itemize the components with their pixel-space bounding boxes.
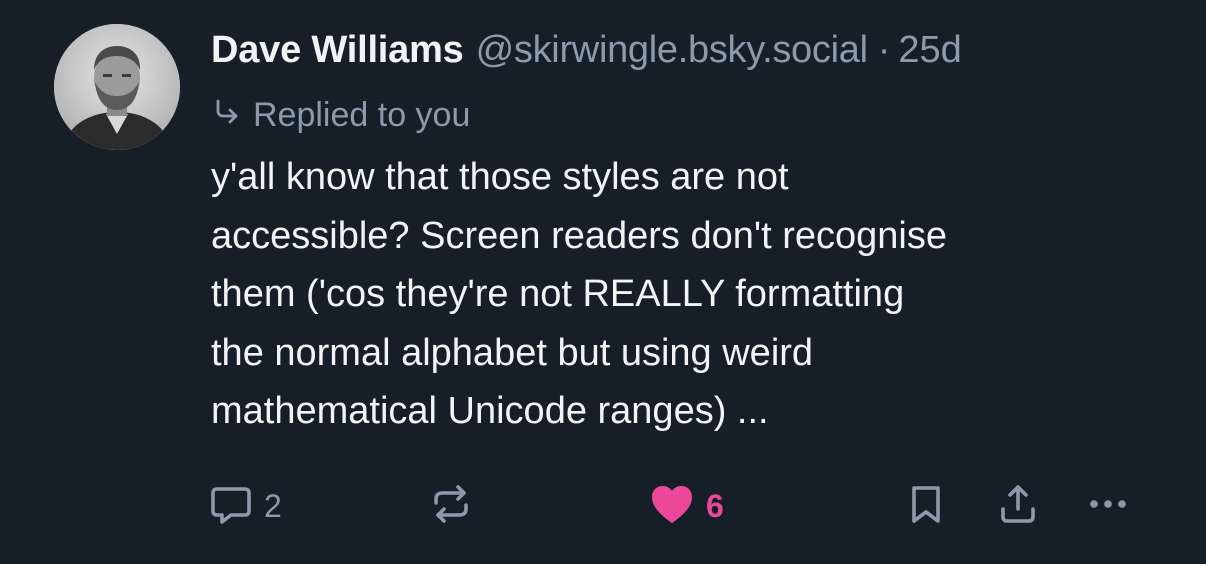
post-text: y'all know that those styles are not acc…: [211, 148, 1171, 441]
share-button[interactable]: [996, 480, 1040, 532]
post-content: Dave Williams @skirwingle.bsky.social · …: [211, 24, 1171, 441]
author-avatar[interactable]: [54, 24, 180, 150]
ellipsis-icon: [1086, 481, 1130, 532]
reply-count: 2: [264, 487, 282, 524]
bookmark-icon: [904, 481, 948, 532]
repost-arrows-icon: [428, 481, 474, 532]
speech-bubble-icon: [208, 481, 254, 532]
like-button[interactable]: 6: [648, 480, 724, 532]
author-handle[interactable]: @skirwingle.bsky.social: [476, 24, 868, 76]
more-options-button[interactable]: [1086, 480, 1130, 532]
post-text-line: accessible? Screen readers don't recogni…: [211, 214, 948, 257]
like-count: 6: [706, 487, 724, 524]
post-card[interactable]: Dave Williams @skirwingle.bsky.social · …: [0, 0, 1206, 564]
author-display-name[interactable]: Dave Williams: [211, 24, 464, 76]
post-timestamp[interactable]: 25d: [898, 24, 961, 76]
bookmark-button[interactable]: [904, 480, 948, 532]
post-text-line: y'all know that those styles are not: [211, 156, 789, 198]
reply-arrow-icon: [211, 96, 253, 135]
share-upload-icon: [996, 481, 1040, 532]
post-text-line: the normal alphabet but using weird: [211, 331, 814, 374]
reply-context[interactable]: Replied to you: [211, 90, 1171, 140]
repost-button[interactable]: [428, 480, 484, 532]
post-text-line: them ('cos they're not REALLY formatting: [211, 273, 905, 315]
header-separator: ·: [877, 29, 891, 71]
reply-button[interactable]: 2: [208, 480, 282, 532]
post-text-line: mathematical Unicode ranges) ...: [211, 390, 769, 432]
heart-icon: [648, 481, 696, 532]
reply-context-label: Replied to you: [253, 95, 471, 134]
post-header: Dave Williams @skirwingle.bsky.social · …: [211, 24, 1171, 76]
post-actions: 2 6: [0, 480, 1206, 532]
